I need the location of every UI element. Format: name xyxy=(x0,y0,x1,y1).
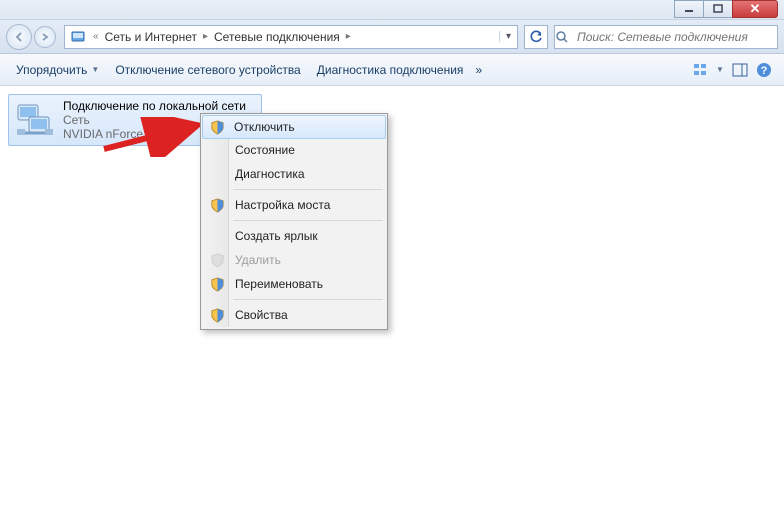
svg-text:?: ? xyxy=(761,65,768,77)
separator xyxy=(233,189,383,190)
search-box[interactable] xyxy=(554,25,778,49)
toolbar-more-chevron[interactable]: » xyxy=(475,63,482,77)
search-icon xyxy=(555,30,577,44)
control-panel-icon xyxy=(69,28,87,46)
ctx-properties-label: Свойства xyxy=(235,308,288,322)
shield-icon xyxy=(209,252,225,268)
ctx-rename[interactable]: Переименовать xyxy=(203,272,385,296)
minimize-button[interactable] xyxy=(674,0,704,18)
search-input[interactable] xyxy=(577,30,777,44)
ctx-status-label: Состояние xyxy=(235,143,295,157)
help-button[interactable]: ? xyxy=(752,59,776,81)
shield-icon xyxy=(209,307,225,323)
ctx-delete-label: Удалить xyxy=(235,253,281,267)
chevron-right-icon[interactable]: ▸ xyxy=(344,31,353,42)
ctx-disable[interactable]: Отключить xyxy=(202,115,386,139)
organize-label: Упорядочить xyxy=(16,63,87,77)
window-titlebar: ✕ xyxy=(0,0,784,20)
breadcrumb-seg-network[interactable]: Сеть и Интернет xyxy=(101,30,201,44)
chevron-right-icon[interactable]: ▸ xyxy=(201,31,210,42)
address-bar[interactable]: « Сеть и Интернет ▸ Сетевые подключения … xyxy=(64,25,518,49)
forward-button[interactable] xyxy=(34,26,56,48)
shield-icon xyxy=(209,119,225,135)
ctx-diagnose[interactable]: Диагностика xyxy=(203,162,385,186)
diagnose-label: Диагностика подключения xyxy=(317,63,464,77)
ctx-diagnose-label: Диагностика xyxy=(235,167,305,181)
address-bar-row: « Сеть и Интернет ▸ Сетевые подключения … xyxy=(0,20,784,54)
chevron-down-icon: ▼ xyxy=(91,65,99,74)
network-adapter-icon xyxy=(15,99,55,141)
ctx-status[interactable]: Состояние xyxy=(203,138,385,162)
ctx-rename-label: Переименовать xyxy=(235,277,323,291)
organize-menu[interactable]: Упорядочить ▼ xyxy=(8,60,107,80)
disable-device-label: Отключение сетевого устройства xyxy=(115,63,300,77)
ctx-disable-label: Отключить xyxy=(234,120,295,134)
ctx-create-shortcut-label: Создать ярлык xyxy=(235,229,318,243)
preview-pane-button[interactable] xyxy=(728,59,752,81)
disable-device-button[interactable]: Отключение сетевого устройства xyxy=(107,60,308,80)
separator xyxy=(233,299,383,300)
ctx-properties[interactable]: Свойства xyxy=(203,303,385,327)
command-toolbar: Упорядочить ▼ Отключение сетевого устрой… xyxy=(0,54,784,86)
ctx-bridge[interactable]: Настройка моста xyxy=(203,193,385,217)
ctx-bridge-label: Настройка моста xyxy=(235,198,330,212)
address-dropdown-button[interactable]: ▾ xyxy=(499,31,517,42)
diagnose-button[interactable]: Диагностика подключения xyxy=(309,60,472,80)
separator xyxy=(233,220,383,221)
shield-icon xyxy=(209,197,225,213)
breadcrumb-seg-connections[interactable]: Сетевые подключения xyxy=(210,30,344,44)
shield-icon xyxy=(209,276,225,292)
ctx-delete: Удалить xyxy=(203,248,385,272)
view-mode-dropdown[interactable]: ▼ xyxy=(713,59,727,81)
close-button[interactable]: ✕ xyxy=(732,0,778,18)
connection-title: Подключение по локальной сети xyxy=(63,99,246,113)
refresh-button[interactable] xyxy=(524,25,548,49)
view-mode-button[interactable] xyxy=(689,59,713,81)
context-menu: Отключить Состояние Диагностика Настройк… xyxy=(200,113,388,330)
chevron-right-icon: « xyxy=(91,31,101,42)
ctx-create-shortcut[interactable]: Создать ярлык xyxy=(203,224,385,248)
maximize-button[interactable] xyxy=(703,0,733,18)
back-button[interactable] xyxy=(6,24,32,50)
content-area: Подключение по локальной сети Сеть NVIDI… xyxy=(0,86,784,522)
